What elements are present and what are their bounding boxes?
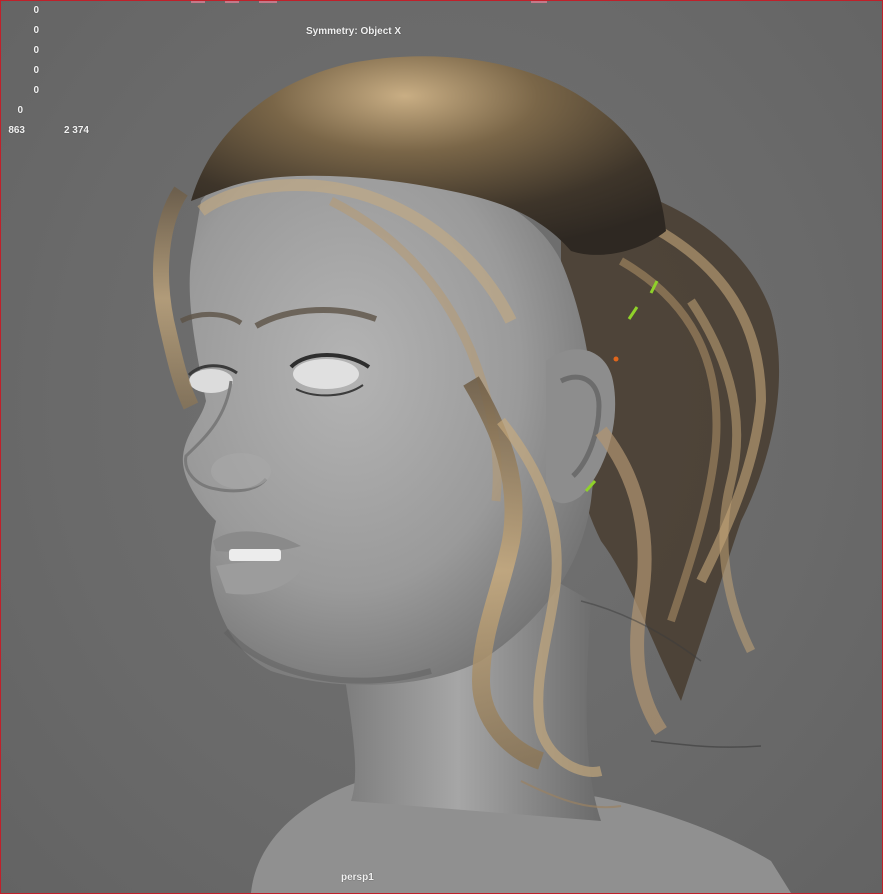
left-eye — [189, 369, 233, 393]
hud-value: 863 — [8, 125, 25, 136]
selection-marker — [613, 356, 619, 362]
right-eye — [293, 359, 359, 389]
teeth — [229, 549, 281, 561]
left-curl — [153, 186, 199, 410]
head-render-scene[interactable] — [1, 1, 882, 893]
symmetry-label: Symmetry: Object X — [306, 26, 402, 37]
hud-value: 0 — [33, 65, 39, 76]
hud-value: 0 — [33, 25, 39, 36]
hud-value: 0 — [33, 5, 39, 16]
hud-value: 2 374 — [63, 125, 89, 136]
hud-value: 0 — [33, 45, 39, 56]
camera-name-label: persp1 — [341, 872, 374, 883]
maya-viewport[interactable]: Symmetry: Object X 0 0 0 0 0 0 863 2 374… — [0, 0, 883, 894]
hud-value: 0 — [33, 85, 39, 96]
hud-value: 0 — [17, 105, 23, 116]
